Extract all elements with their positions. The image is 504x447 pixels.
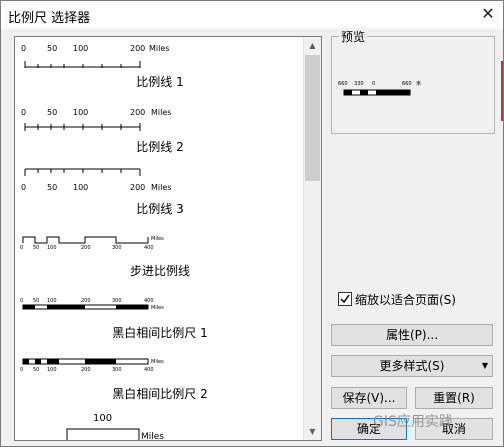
- tick-label: 100: [47, 245, 57, 251]
- unit-label: Miles: [151, 183, 171, 192]
- more-styles-label: 更多样式(S): [379, 359, 445, 373]
- preview-panel: 660 330 0 660 米: [331, 36, 495, 134]
- tick-label: 400: [144, 367, 154, 373]
- scale-bar-name: 步进比例线: [129, 264, 190, 278]
- tick-label: 0: [20, 367, 23, 373]
- scale-bar-7-graphic: 100 Miles: [66, 413, 164, 441]
- window-title: 比例尺 选择器: [8, 11, 91, 26]
- save-button[interactable]: 保存(V)...: [331, 387, 407, 409]
- tick-label: 0: [20, 245, 23, 251]
- preview-title: 预览: [339, 28, 368, 45]
- unit-label: Miles: [151, 305, 164, 311]
- unit-label: Miles: [149, 44, 169, 53]
- tick-label: 300: [112, 245, 122, 251]
- tick-label: 200: [81, 245, 91, 251]
- preview-tick-label: 660: [402, 81, 412, 87]
- scale-bar-selector-dialog: 比例尺 选择器 ✕ 0 50 100 200 Miles 比例线 1 0 50 …: [0, 0, 504, 447]
- more-styles-dropdown[interactable]: 更多样式(S) ▼: [331, 355, 493, 377]
- list-vertical-scrollbar[interactable]: ▲ ▼: [303, 37, 321, 440]
- scale-bar-3-graphic: 0 50 100 200 Miles: [21, 168, 171, 192]
- tick-label: 200: [130, 183, 145, 192]
- tick-label: 50: [33, 298, 39, 304]
- tick-label: 0: [21, 44, 26, 53]
- properties-button[interactable]: 属性(P)...: [331, 324, 493, 346]
- tick-label: 200: [81, 298, 91, 304]
- tick-label: 50: [33, 245, 39, 251]
- scrollbar-thumb[interactable]: [305, 55, 320, 181]
- tick-label: 200: [130, 44, 145, 53]
- close-icon[interactable]: ✕: [479, 5, 497, 23]
- preview-unit-label: 米: [416, 80, 421, 87]
- tick-label: 100: [47, 298, 57, 304]
- tick-label: 400: [144, 245, 154, 251]
- tick-label: 100: [73, 44, 88, 53]
- checkmark-icon: [340, 294, 350, 304]
- scale-bar-name: 黑白相间比例尺 2: [112, 387, 208, 401]
- alternating-scale-bar-1-graphic: 0 50 100 200 300 400 Miles: [20, 298, 164, 311]
- scale-bar-name: 比例线 2: [136, 140, 184, 154]
- unit-label: Miles: [151, 359, 164, 365]
- scale-bar-name: 黑白相间比例尺 1: [112, 326, 208, 340]
- tick-label: 50: [47, 44, 57, 53]
- tick-label: 100: [47, 367, 57, 373]
- tick-label: 50: [47, 183, 57, 192]
- dropdown-arrow-icon: ▼: [481, 361, 488, 370]
- fit-to-page-label: 缩放以适合页面(S): [355, 293, 456, 307]
- tick-label: 400: [144, 298, 154, 304]
- reset-button[interactable]: 重置(R): [415, 387, 493, 409]
- tick-label: 0: [20, 298, 23, 304]
- tick-label: 200: [81, 367, 91, 373]
- scale-bar-name: 比例线 3: [136, 202, 184, 216]
- tick-label: 300: [112, 298, 122, 304]
- tick-label: 300: [112, 367, 122, 373]
- scroll-up-arrow-icon[interactable]: ▲: [304, 37, 321, 54]
- tick-label: 50: [47, 108, 57, 117]
- watermark-text: GIS应用实践: [373, 414, 453, 430]
- fit-to-page-checkbox[interactable]: [338, 292, 352, 306]
- tick-label: 100: [73, 183, 88, 192]
- tick-label: 50: [33, 367, 39, 373]
- scale-bar-name: 比例线 1: [136, 75, 184, 89]
- preview-tick-label: 0: [372, 81, 375, 87]
- tick-label: 200: [130, 108, 145, 117]
- stepped-scale-bar-graphic: 0 50 100 200 300 400 Miles: [20, 236, 164, 251]
- scale-bar-style-list[interactable]: 0 50 100 200 Miles 比例线 1 0 50 100 200 Mi…: [14, 36, 322, 441]
- unit-label: Miles: [151, 108, 171, 117]
- window-edge-accent: [501, 61, 503, 121]
- tick-label: 0: [21, 183, 26, 192]
- preview-tick-label: 330: [354, 81, 364, 87]
- unit-label: Miles: [141, 432, 164, 441]
- tick-label: 100: [93, 413, 112, 424]
- alternating-scale-bar-2-graphic: Miles 0 50 100 200 300 400: [20, 358, 164, 373]
- tick-label: 0: [21, 108, 26, 117]
- unit-label: Miles: [151, 236, 164, 242]
- preview-scale-bar: 660 330 0 660 米: [338, 80, 421, 96]
- scroll-down-arrow-icon[interactable]: ▼: [304, 423, 321, 440]
- tick-label: 100: [73, 108, 88, 117]
- preview-tick-label: 660: [338, 81, 348, 87]
- title-bar: 比例尺 选择器 ✕: [1, 1, 503, 29]
